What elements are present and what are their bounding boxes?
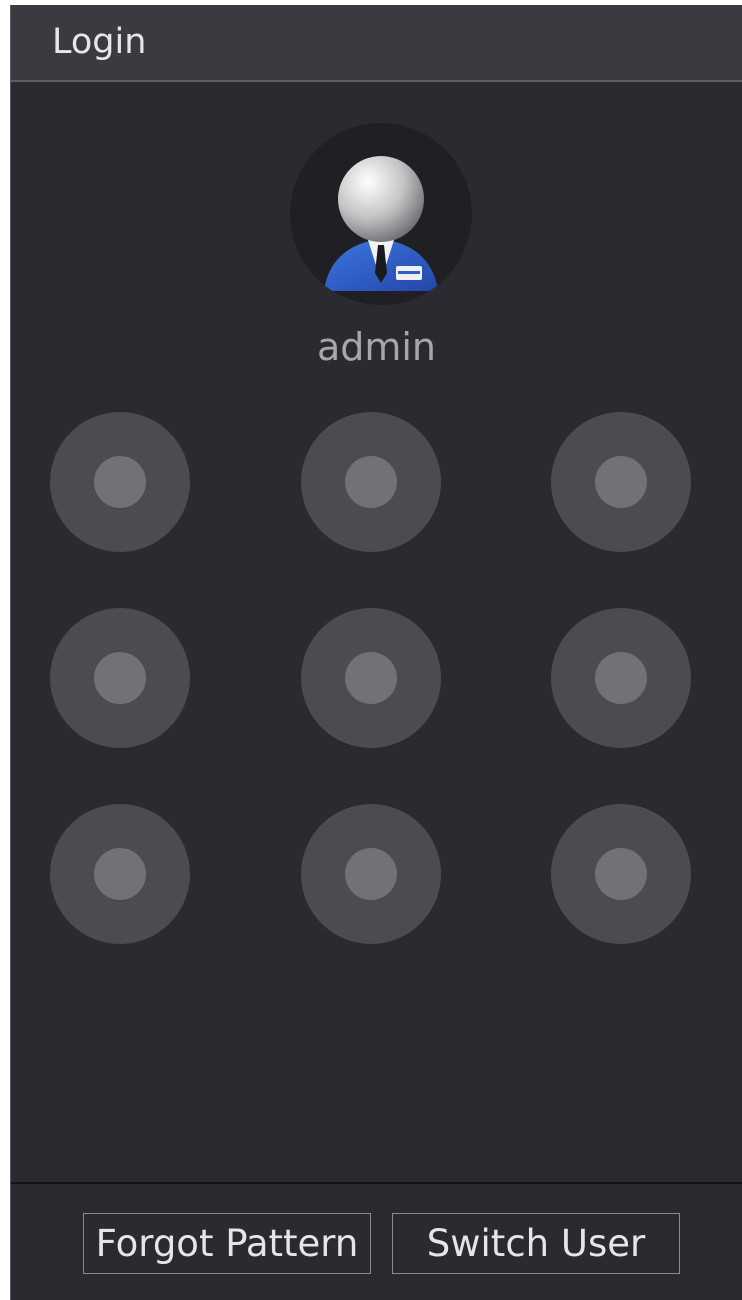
forgot-pattern-button[interactable]: Forgot Pattern	[83, 1213, 371, 1274]
pattern-node-3[interactable]	[551, 412, 691, 552]
pattern-node-7[interactable]	[50, 804, 190, 944]
pattern-node-8[interactable]	[301, 804, 441, 944]
pattern-node-dot	[94, 456, 146, 508]
pattern-node-2[interactable]	[301, 412, 441, 552]
pattern-node-dot	[345, 848, 397, 900]
pattern-lock-grid[interactable]	[11, 5, 742, 1300]
pattern-node-dot	[595, 456, 647, 508]
login-window: Login admin Forgot Pattern Switch User	[10, 5, 742, 1300]
pattern-node-4[interactable]	[50, 608, 190, 748]
pattern-node-dot	[94, 848, 146, 900]
pattern-node-dot	[595, 848, 647, 900]
footer-divider	[11, 1182, 742, 1184]
pattern-node-5[interactable]	[301, 608, 441, 748]
pattern-node-dot	[345, 652, 397, 704]
pattern-node-dot	[345, 456, 397, 508]
pattern-node-6[interactable]	[551, 608, 691, 748]
pattern-node-9[interactable]	[551, 804, 691, 944]
pattern-node-dot	[94, 652, 146, 704]
pattern-node-1[interactable]	[50, 412, 190, 552]
switch-user-button[interactable]: Switch User	[392, 1213, 680, 1274]
pattern-node-dot	[595, 652, 647, 704]
